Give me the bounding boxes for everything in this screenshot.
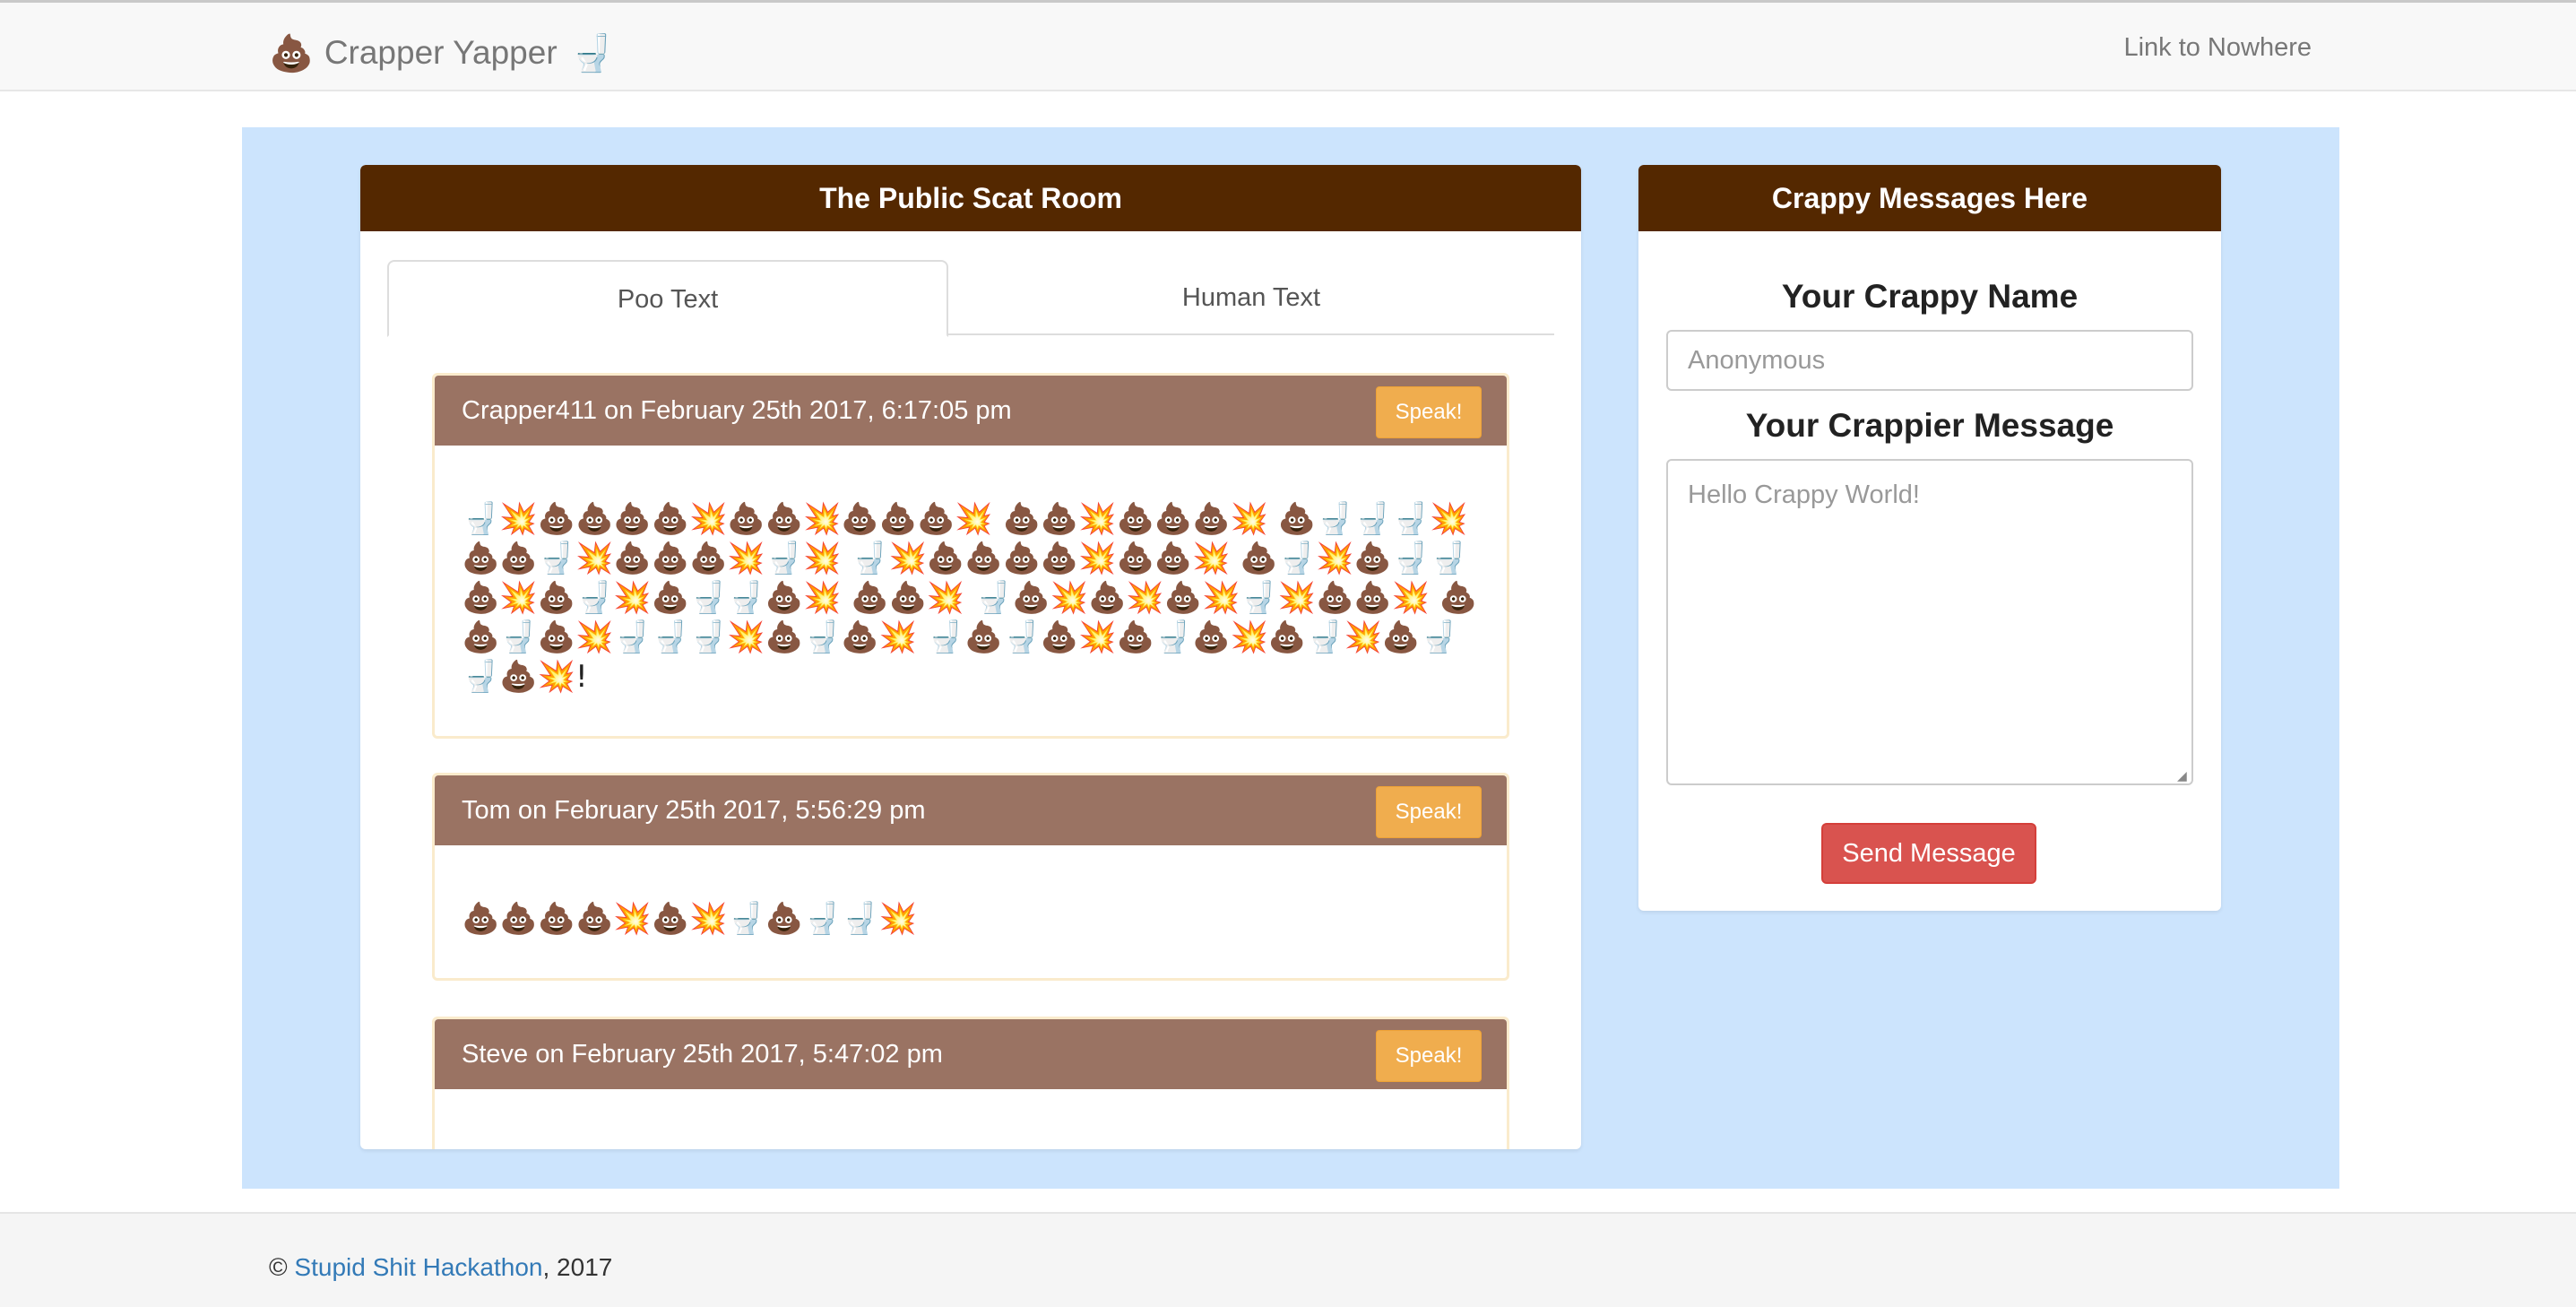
- message-form-panel: Crappy Messages Here Your Crappy Name Yo…: [1638, 165, 2221, 911]
- brand-link[interactable]: 💩 Crapper Yapper 🚽: [269, 28, 614, 78]
- speak-button[interactable]: Speak!: [1376, 1030, 1482, 1082]
- message-author-date: Crapper411 on February 25th 2017, 6:17:0…: [462, 396, 1012, 425]
- message-card: Tom on February 25th 2017, 5:56:29 pm Sp…: [432, 773, 1509, 981]
- brand-title: Crapper Yapper: [324, 34, 558, 71]
- message-label: Your Crappier Message: [1745, 407, 2114, 444]
- form-panel-title: Crappy Messages Here: [1638, 165, 2221, 231]
- message-body: 💩💩💩💩💥💩💥🚽💩🚽🚽💥: [462, 901, 918, 937]
- message-card: Steve on February 25th 2017, 5:47:02 pm …: [432, 1017, 1509, 1149]
- chat-panel: The Public Scat Room Poo Text Human Text…: [360, 165, 1581, 1149]
- tab-bar: Poo Text Human Text: [387, 260, 1554, 337]
- toilet-icon: 🚽: [569, 33, 615, 74]
- resize-handle-icon[interactable]: ◢: [2177, 769, 2190, 782]
- message-card: Crapper411 on February 25th 2017, 6:17:0…: [432, 373, 1509, 739]
- message-list[interactable]: Crapper411 on February 25th 2017, 6:17:0…: [432, 373, 1509, 1149]
- message-header: Tom on February 25th 2017, 5:56:29 pm Sp…: [435, 775, 1507, 845]
- tab-poo-text[interactable]: Poo Text: [387, 260, 948, 337]
- message-author-date: Tom on February 25th 2017, 5:56:29 pm: [462, 796, 926, 825]
- poop-icon: 💩: [269, 33, 314, 74]
- message-body: 🚽💥💩💩💩💩💥💩💩💥💩💩💩💥 💩💩💥💩💩💩💥 💩🚽🚽🚽💥💩💩🚽💥💩💩💩💥🚽💥 🚽…: [462, 501, 1478, 695]
- message-header: Crapper411 on February 25th 2017, 6:17:0…: [435, 376, 1507, 446]
- nav-link-nowhere[interactable]: Link to Nowhere: [2123, 33, 2312, 63]
- speak-button[interactable]: Speak!: [1376, 786, 1482, 838]
- tab-human-text[interactable]: Human Text: [948, 260, 1554, 335]
- copyright-symbol: ©: [269, 1253, 288, 1281]
- speak-button[interactable]: Speak!: [1376, 386, 1482, 438]
- footer: © Stupid Shit Hackathon, 2017: [0, 1212, 2576, 1307]
- navbar: 💩 Crapper Yapper 🚽 Link to Nowhere: [0, 0, 2576, 91]
- chat-panel-title: The Public Scat Room: [360, 165, 1581, 231]
- message-header: Steve on February 25th 2017, 5:47:02 pm …: [435, 1019, 1507, 1089]
- footer-year: , 2017: [542, 1253, 613, 1281]
- footer-text: © Stupid Shit Hackathon, 2017: [269, 1253, 612, 1282]
- footer-hackathon-link[interactable]: Stupid Shit Hackathon: [294, 1253, 542, 1281]
- send-message-button[interactable]: Send Message: [1821, 823, 2036, 884]
- message-textarea[interactable]: [1666, 459, 2193, 785]
- message-author-date: Steve on February 25th 2017, 5:47:02 pm: [462, 1040, 943, 1069]
- name-label: Your Crappy Name: [1781, 278, 2079, 315]
- name-input[interactable]: [1666, 330, 2193, 391]
